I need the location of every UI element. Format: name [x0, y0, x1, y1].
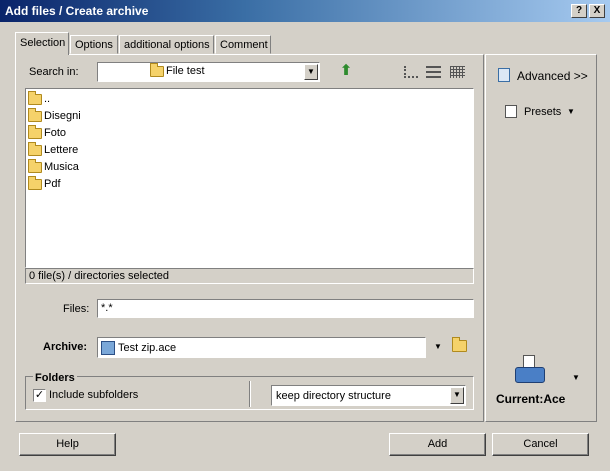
selection-status: 0 file(s) / directories selected: [25, 268, 474, 284]
list-item-label: Lettere: [44, 144, 79, 156]
ace-archive-icon: [101, 340, 115, 355]
window-title: Add files / Create archive: [5, 4, 149, 18]
list-item[interactable]: Lettere: [28, 141, 79, 158]
include-subfolders-label: Include subfolders: [49, 389, 139, 401]
files-label: Files:: [63, 303, 90, 315]
list-view-icon[interactable]: [426, 66, 441, 78]
presets-dropdown-icon[interactable]: ▼: [567, 107, 575, 116]
presets-icon: [505, 105, 517, 118]
structure-value: keep directory structure: [276, 390, 391, 402]
tab-comment[interactable]: Comment: [215, 35, 271, 54]
chevron-down-icon[interactable]: ▼: [304, 64, 318, 80]
close-glyph: X: [593, 5, 601, 16]
search-in-label: Search in:: [29, 66, 79, 78]
folder-icon: [28, 141, 42, 156]
details-view-icon[interactable]: [450, 66, 465, 78]
close-title-button[interactable]: X: [589, 4, 605, 18]
folders-title: Folders: [33, 372, 77, 384]
list-item-label: Musica: [44, 161, 79, 173]
tab-label: Selection: [20, 37, 66, 49]
presets-button[interactable]: Presets: [524, 106, 561, 118]
folder-icon: [28, 158, 42, 173]
tab-options[interactable]: Options: [70, 35, 118, 54]
list-item-label: Pdf: [44, 178, 61, 190]
compressor-dropdown-icon[interactable]: ▼: [572, 373, 580, 382]
folder-up-icon: [28, 90, 42, 105]
folder-icon: [150, 62, 164, 77]
list-item-label: ..: [44, 93, 51, 105]
list-item-label: Foto: [44, 127, 67, 139]
tab-label: Options: [75, 39, 113, 51]
cancel-button[interactable]: Cancel: [492, 433, 589, 456]
help-glyph: ?: [575, 5, 583, 16]
advanced-button[interactable]: Advanced >>: [517, 69, 588, 83]
tab-selection[interactable]: Selection: [15, 32, 69, 55]
folder-icon: [28, 175, 42, 190]
tab-label: Comment: [220, 39, 268, 51]
advanced-icon: [498, 68, 510, 82]
search-in-combo[interactable]: File test ▼: [97, 62, 320, 82]
help-title-button[interactable]: ?: [571, 4, 587, 18]
chevron-down-icon[interactable]: ▼: [450, 387, 464, 404]
tab-label: additional options: [124, 39, 210, 51]
tab-additional-options[interactable]: additional options: [119, 35, 214, 54]
structure-combo[interactable]: keep directory structure ▼: [271, 385, 466, 406]
help-button[interactable]: Help: [19, 433, 116, 456]
folder-icon: [28, 107, 42, 122]
archive-input[interactable]: Test zip.ace: [97, 337, 426, 358]
folder-icon: [28, 124, 42, 139]
add-button[interactable]: Add: [389, 433, 486, 456]
list-item[interactable]: ..: [28, 90, 51, 107]
list-item[interactable]: Foto: [28, 124, 67, 141]
archive-label: Archive:: [43, 341, 88, 353]
files-input[interactable]: *.*: [97, 299, 474, 318]
archive-dropdown-icon[interactable]: ▼: [434, 342, 442, 351]
title-bar: Add files / Create archive: [0, 0, 610, 22]
list-item[interactable]: Pdf: [28, 175, 61, 192]
list-item[interactable]: Musica: [28, 158, 79, 175]
up-folder-icon[interactable]: ⬆: [338, 63, 354, 79]
tree-view-icon[interactable]: [404, 66, 418, 78]
compressor-icon[interactable]: [513, 355, 547, 385]
search-in-value: File test: [166, 65, 205, 77]
list-item-label: Disegni: [44, 110, 81, 122]
browse-folder-icon[interactable]: [452, 337, 468, 354]
include-subfolders-checkbox[interactable]: ✓: [33, 389, 46, 402]
archive-value: Test zip.ace: [118, 341, 177, 354]
group-divider: [249, 381, 251, 407]
current-compressor-label: Current:Ace: [496, 392, 566, 406]
file-list[interactable]: .. Disegni Foto Lettere Musica Pdf: [25, 88, 474, 268]
list-item[interactable]: Disegni: [28, 107, 81, 124]
